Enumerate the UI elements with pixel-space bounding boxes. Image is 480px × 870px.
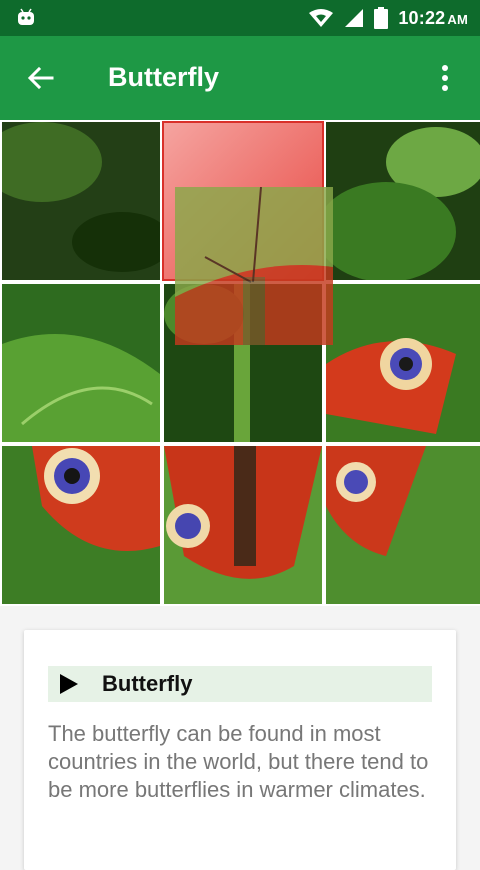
card-description: The butterfly can be found in most count…: [48, 721, 429, 802]
status-bar: 10:22 AM: [0, 0, 480, 36]
play-icon[interactable]: [60, 674, 78, 694]
app-bar: Butterfly: [0, 36, 480, 120]
clock: 10:22 AM: [398, 7, 468, 28]
signal-icon: [345, 9, 364, 27]
wifi-icon: [309, 9, 334, 27]
page-title: Butterfly: [108, 62, 220, 92]
android-icon: [18, 8, 34, 25]
card-title: Butterfly: [102, 671, 193, 696]
puzzle-board: [0, 120, 480, 606]
dragged-puzzle-tile[interactable]: [175, 187, 333, 345]
puzzle-tile[interactable]: [2, 122, 160, 280]
puzzle-tile[interactable]: [326, 446, 480, 604]
more-options-icon[interactable]: [432, 60, 458, 96]
puzzle-tile[interactable]: [2, 446, 160, 604]
info-card: Butterfly The butterfly can be found in …: [24, 630, 456, 870]
puzzle-tile[interactable]: [164, 446, 322, 604]
puzzle-tile[interactable]: [326, 122, 480, 280]
battery-icon: [374, 7, 389, 29]
puzzle-tile[interactable]: [326, 284, 480, 442]
puzzle-tile[interactable]: [2, 284, 160, 442]
card-header[interactable]: Butterfly: [48, 666, 432, 702]
back-arrow-icon[interactable]: [22, 60, 58, 96]
